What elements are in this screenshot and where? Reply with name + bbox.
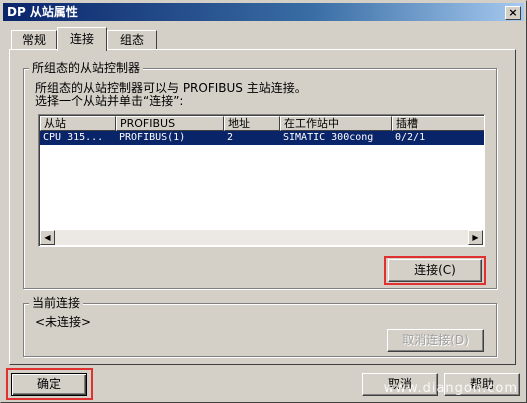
close-button[interactable]: × xyxy=(505,6,521,20)
scroll-right-icon[interactable]: ▶ xyxy=(468,230,483,245)
tab-connection[interactable]: 连接 xyxy=(57,27,107,51)
column-header-profibus[interactable]: PROFIBUS xyxy=(116,116,224,131)
slaves-list[interactable]: 从站 PROFIBUS 地址 在工作站中 插槽 CPU 315... PROFI… xyxy=(38,114,485,247)
window-title: DP 从站属性 xyxy=(7,5,78,19)
connect-button[interactable]: 连接(C) xyxy=(388,259,482,282)
cell-profibus: PROFIBUS(1) xyxy=(119,132,186,143)
column-header-address[interactable]: 地址 xyxy=(224,116,280,131)
horizontal-scrollbar[interactable]: ◀ ▶ xyxy=(40,230,483,245)
cell-station: SIMATIC 300cong xyxy=(283,132,374,143)
cell-slot: 0/2/1 xyxy=(395,132,426,143)
close-icon: × xyxy=(508,6,518,19)
watermark: www.diangon.com xyxy=(383,381,518,396)
cell-slave: CPU 315... xyxy=(43,132,104,143)
tab-general-label: 常规 xyxy=(21,33,46,47)
tab-general[interactable]: 常规 xyxy=(11,30,57,50)
current-connection-title: 当前连接 xyxy=(29,296,84,310)
tab-configuration-label: 组态 xyxy=(119,33,144,47)
title-bar: DP 从站属性 × xyxy=(3,3,524,21)
disconnect-button[interactable]: 取消连接(D) xyxy=(387,329,484,352)
slaves-group-title: 所组态的从站控制器 xyxy=(29,61,144,75)
cell-address: 2 xyxy=(227,132,234,143)
slaves-description-line2: 选择一个从站并单击“连接”: xyxy=(35,94,184,108)
tab-connection-label: 连接 xyxy=(69,32,94,46)
ok-button[interactable]: 确定 xyxy=(11,373,87,396)
dp-slave-properties-dialog: DP 从站属性 × 常规 连接 组态 所组态的从站控制器 所组态的从站控制器可以… xyxy=(0,0,527,403)
column-header-slot[interactable]: 插槽 xyxy=(392,116,484,131)
current-connection-value: <未连接> xyxy=(35,315,92,329)
column-header-slave[interactable]: 从站 xyxy=(40,116,116,131)
slaves-list-header: 从站 PROFIBUS 地址 在工作站中 插槽 xyxy=(40,116,484,131)
column-header-station[interactable]: 在工作站中 xyxy=(280,116,392,131)
scroll-left-icon[interactable]: ◀ xyxy=(40,230,55,245)
table-row[interactable]: CPU 315... PROFIBUS(1) 2 SIMATIC 300cong… xyxy=(40,131,484,145)
tab-configuration[interactable]: 组态 xyxy=(107,30,157,50)
